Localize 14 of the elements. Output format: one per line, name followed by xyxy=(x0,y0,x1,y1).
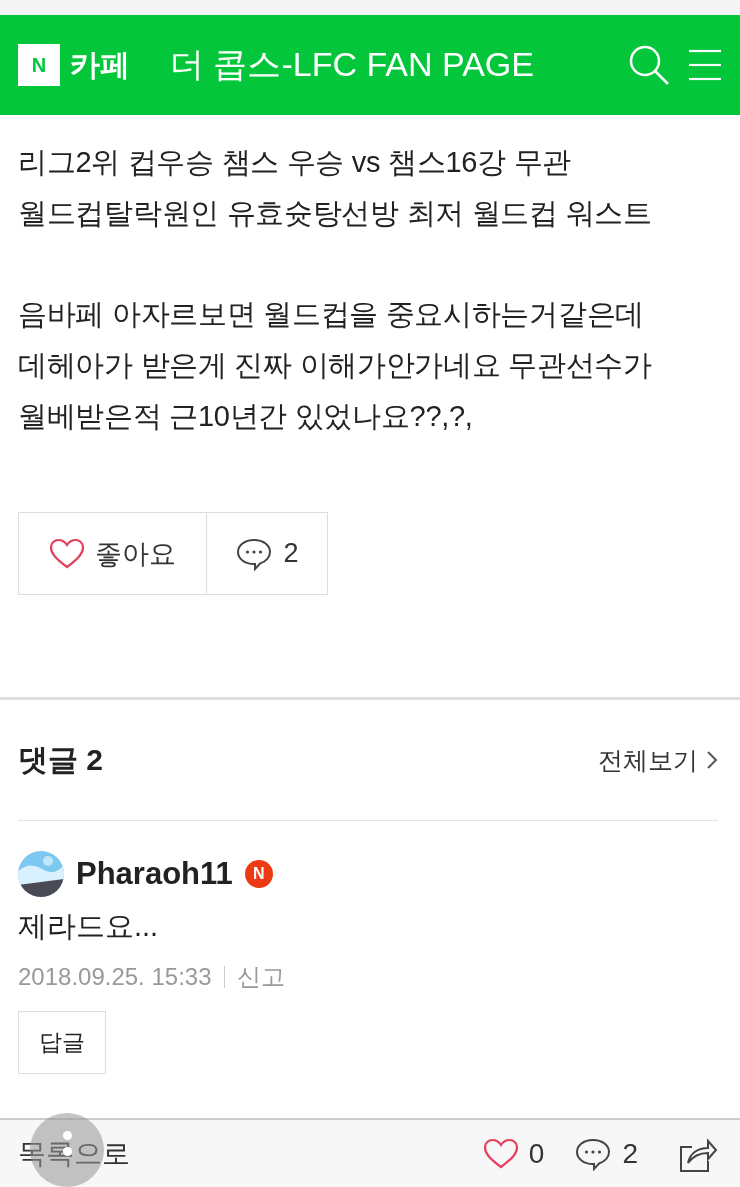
author-badge: N xyxy=(244,860,273,888)
view-all-link[interactable]: 전체보기 xyxy=(598,743,718,777)
comment-date: 2018.09.25. 15:33 xyxy=(18,963,212,991)
comments-heading: 댓글 2 xyxy=(18,741,104,778)
author-name[interactable]: Pharaoh11 xyxy=(76,856,233,892)
reply-button[interactable]: 답글 xyxy=(18,1011,106,1074)
like-count-button[interactable]: 0 xyxy=(482,1137,545,1170)
comment-text: 제라드요... xyxy=(18,909,160,944)
post-text: 음바페 아자르보면 월드컵을 중요시하는거같은데 데헤아가 받은게 진짜 이해가안가네요 무관선수가 월베받은적 근10년간 있었나요??,?, xyxy=(18,297,653,434)
comment-icon xyxy=(574,1136,613,1171)
chevron-icon xyxy=(706,750,718,770)
comment-icon xyxy=(235,536,274,571)
post-text: 리그2위 컵우승 챔스 우승 vs 챔스16강 무관 월드컵탈락원인 유효슛탕선방 최저 월드컵 워스트 xyxy=(18,145,653,231)
comment-count-button[interactable]: 2 xyxy=(574,1136,638,1171)
